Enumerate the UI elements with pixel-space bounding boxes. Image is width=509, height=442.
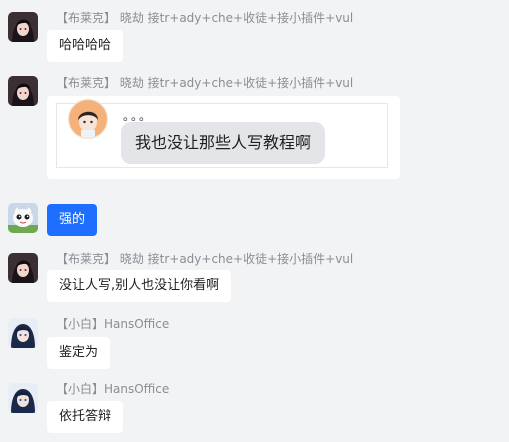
avatar[interactable] [8,12,38,42]
message-bubble[interactable]: 哈哈哈哈 [47,30,124,62]
sender-name: 【小白】HansOffice [56,382,170,396]
sender-name: 【布莱克】 晓劫 接tr+ady+che+收徒+接小插件+vul [56,11,354,25]
sender-name: 【小白】HansOffice [56,317,170,331]
avatar[interactable] [8,318,38,348]
sender-name: 【布莱克】 晓劫 接tr+ady+che+收徒+接小插件+vul [56,252,354,266]
message-bubble[interactable]: 依托答辩 [47,401,124,433]
quote-card[interactable]: 。。。 我也没让那些人写教程啊 [47,96,400,179]
quoted-avatar [69,100,107,138]
avatar[interactable] [8,76,38,106]
quoted-text-bubble: 我也没让那些人写教程啊 [121,122,326,164]
sender-name: 【布莱克】 晓劫 接tr+ady+che+收徒+接小插件+vul [56,76,354,90]
avatar[interactable] [8,383,38,413]
message-bubble[interactable]: 没让人写,别人也没让你看啊 [47,270,232,302]
message-bubble-self[interactable]: 强的 [47,204,98,236]
avatar[interactable] [8,203,38,233]
avatar[interactable] [8,253,38,283]
message-bubble[interactable]: 鉴定为 [47,337,111,369]
